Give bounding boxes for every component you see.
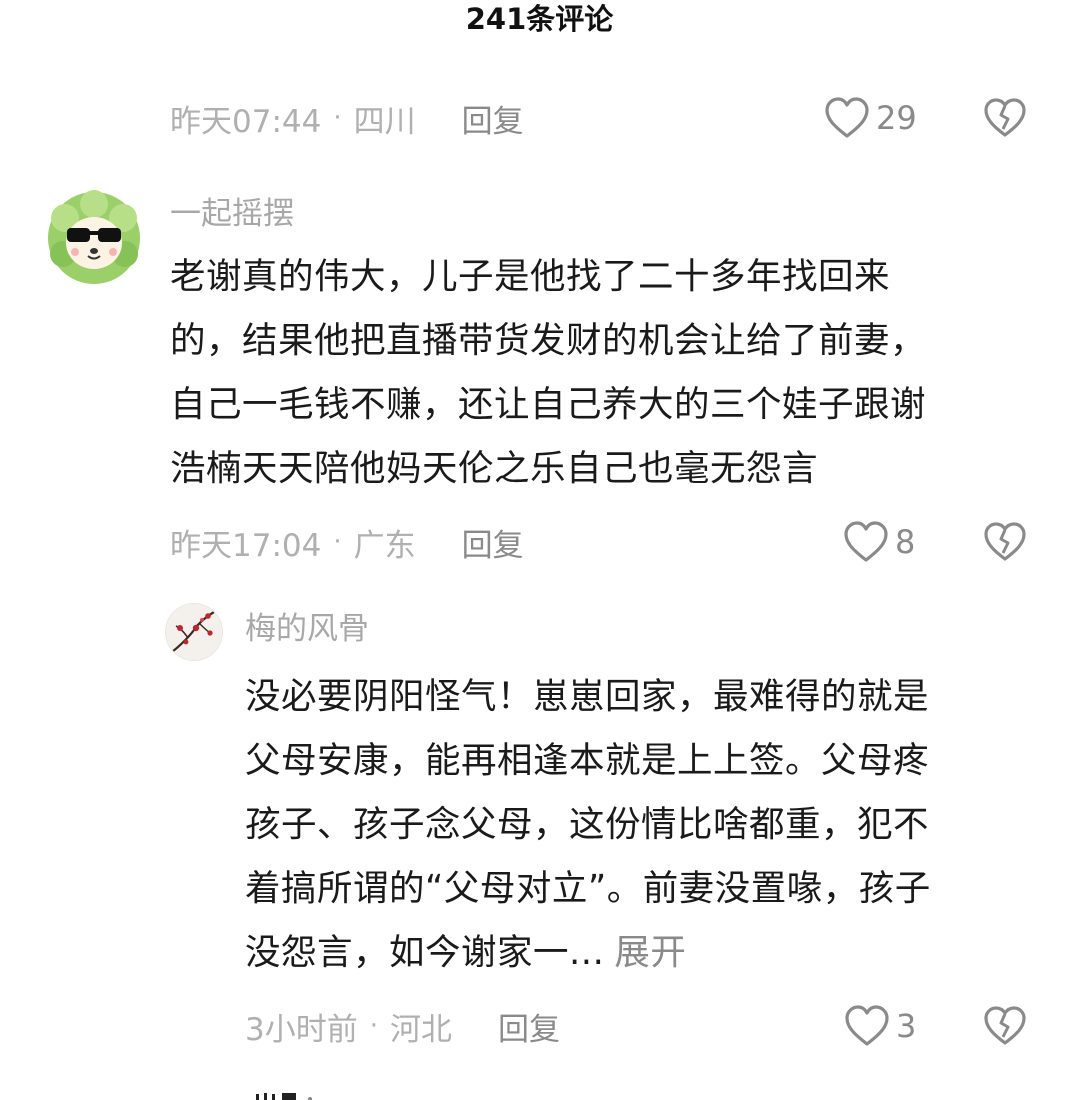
reply-button[interactable]: 回复 (498, 1004, 560, 1049)
heart-icon (845, 1005, 889, 1046)
avatar[interactable] (45, 188, 143, 286)
comments-count-title: 241条评论 (465, 2, 614, 36)
comment-text: 老谢真的伟大，儿子是他找了二十多年找回来 的，结果他把直播带货发财的机会让给了前… (170, 245, 926, 501)
like-count: 8 (895, 523, 916, 561)
comment-text-line: 的，结果他把直播带货发财的机会让给了前妻， (170, 320, 927, 361)
meta-separator: · (333, 527, 342, 557)
comment-location: 河北 (390, 1011, 452, 1048)
comment-time: 3小时前 (245, 1011, 358, 1048)
broken-heart-icon[interactable] (983, 96, 1027, 140)
like-count: 29 (876, 99, 917, 137)
like-count: 3 (896, 1007, 917, 1045)
reply-button[interactable]: 回复 (462, 96, 524, 141)
comment-text: 没必要阴阳怪气！崽崽回家，最难得的就是 父母安康，能再相逢本就是上上签。父母疼 … (245, 665, 931, 985)
meta-separator: · (369, 1011, 378, 1041)
like-button[interactable]: 8 (843, 517, 915, 567)
broken-heart-icon[interactable] (983, 520, 1027, 564)
comment-text-line: 着搞所谓的“父母对立”。前妻没置喙，孩子 (245, 868, 931, 909)
avatar[interactable] (165, 603, 223, 661)
reply-button[interactable]: 回复 (462, 520, 524, 565)
comment-username[interactable]: 一起摇摆 (170, 192, 294, 236)
comment-meta: 昨天17:04 · 广东 回复 (170, 517, 524, 567)
expand-button[interactable]: 展开 (614, 932, 686, 973)
meta-separator: · (333, 103, 342, 133)
comment-username[interactable]: 梅的风骨 (245, 607, 369, 651)
comment-meta: 昨天07:44 · 四川 回复 (170, 93, 524, 143)
heart-icon (825, 97, 869, 138)
comment-text-line: 没必要阴阳怪气！崽崽回家，最难得的就是 (245, 676, 930, 717)
like-button[interactable]: 29 (824, 93, 917, 143)
heart-icon (844, 521, 888, 562)
comment-time: 昨天17:04 (170, 527, 322, 564)
comment-time: 昨天07:44 (170, 103, 322, 140)
comment-text-line: 浩楠天天陪他妈天伦之乐自己也毫无怨言 (170, 448, 819, 489)
comment-text-truncated: 没怨言，如今谢家一... (245, 932, 605, 973)
comment-meta: 3小时前 · 河北 回复 (245, 1001, 560, 1051)
broken-heart-icon[interactable] (983, 1004, 1027, 1048)
like-button[interactable]: 3 (844, 1001, 916, 1051)
comment-location: 四川 (353, 103, 416, 140)
comment-text-line: 老谢真的伟大，儿子是他找了二十多年找回来 (170, 256, 891, 297)
comment-text-line: 父母安康，能再相逢本就是上上签。父母疼 (245, 740, 930, 781)
comment-text-line: 自己一毛钱不赚，还让自己养大的三个娃子跟谢 (170, 384, 927, 425)
comment-text-line: 没怨言，如今谢家一... 展开 (245, 921, 931, 985)
plum-blossom-icon (166, 604, 222, 660)
comment-location: 广东 (353, 527, 416, 564)
next-comment-partial (248, 1085, 328, 1100)
comment-text-line: 孩子、孩子念父母，这份情比啥都重，犯不 (245, 804, 930, 845)
cabbage-dog-sunglasses-icon (45, 188, 143, 286)
partial-avatar-icon (256, 1093, 312, 1100)
